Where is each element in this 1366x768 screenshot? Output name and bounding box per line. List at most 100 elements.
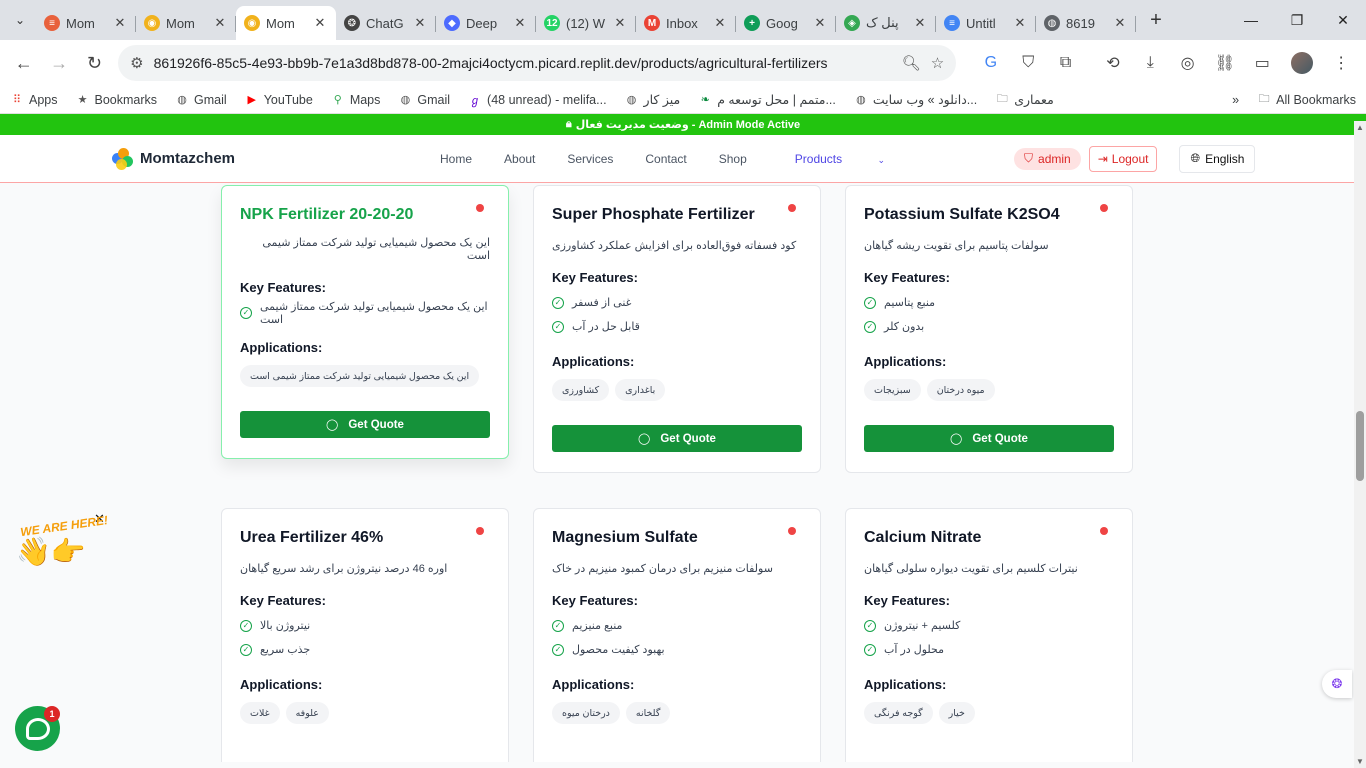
check-circle-icon: ✓ [864,619,876,632]
reading-mode-icon[interactable]: ▭ [1246,47,1279,79]
bookmark-star-icon[interactable]: ☆ [931,54,944,72]
we-are-here-widget[interactable]: ✕ WE ARE HERE! 👋👉 [16,511,110,585]
page-scrollbar[interactable]: ▲ ▼ [1354,121,1366,768]
browser-tab[interactable]: ◆ Deep ✕ [436,6,536,40]
tab-title: Deep [466,15,498,31]
url-text[interactable]: 861926f6-85c5-4e93-bb9b-7e1a3d8bd878-00-… [154,55,892,71]
nav-services[interactable]: Services [551,152,629,166]
bookmark-item[interactable]: ❧ متمم | محل توسعه م... [698,92,836,107]
download-icon[interactable]: ⤓ [1134,47,1167,79]
brand-logo[interactable]: Momtazchem [112,147,235,170]
tab-close-icon[interactable]: ✕ [412,15,428,31]
bookmark-item[interactable]: ◍ Gmail [398,93,450,107]
application-tag: خیار [938,702,975,724]
more-bookmarks-icon[interactable]: » [1232,93,1239,107]
bookmark-item[interactable]: ◍ دانلود » وب سایت... [854,92,977,107]
tab-close-icon[interactable]: ✕ [712,15,728,31]
language-selector[interactable]: 🌐︎ English [1179,144,1256,173]
bookmark-item[interactable]: ◍ Gmail [175,93,226,107]
nav-about[interactable]: About [488,152,551,166]
product-card[interactable]: Magnesium Sulfate سولفات منیزیم برای درما… [533,508,821,762]
close-window-icon[interactable]: ✕ [1320,0,1366,40]
browser-tab[interactable]: ◉ Mom ✕ [136,6,236,40]
bookmark-item[interactable]: ⚲ Maps [331,93,381,107]
browser-tab[interactable]: ◉ Mom ✕ [236,6,336,40]
get-quote-button[interactable]: ◯ Get Quote [552,425,802,452]
product-card[interactable]: Calcium Nitrate نیترات کلسیم برای تقویت د… [845,508,1133,762]
extensions-icon[interactable]: ⧉ [1049,47,1082,79]
feature-text: محلول در آب [884,644,945,656]
product-title[interactable]: Potassium Sulfate K2SO4 [864,206,1114,224]
forward-icon[interactable]: → [43,47,74,79]
address-bar[interactable]: ⚙ 861926f6-85c5-4e93-bb9b-7e1a3d8bd878-0… [118,45,957,81]
get-quote-button[interactable]: ◯ Get Quote [864,425,1114,452]
product-card[interactable]: Potassium Sulfate K2SO4 سولفات پتاسیم برا… [845,185,1133,473]
tab-close-icon[interactable]: ✕ [112,15,128,31]
product-title[interactable]: Magnesium Sulfate [552,529,802,547]
browser-tab[interactable]: + Goog ✕ [736,6,836,40]
bookmark-item[interactable]: ★ Bookmarks [76,93,157,107]
all-bookmarks-button[interactable]: 🗀 All Bookmarks [1257,93,1356,107]
reload-icon[interactable]: ↻ [79,47,110,79]
product-title[interactable]: Calcium Nitrate [864,529,1114,547]
scrollbar-thumb[interactable] [1356,411,1364,481]
bookmark-item[interactable]: 🗀 معماری [995,92,1054,107]
browser-menu-icon[interactable]: ⋮ [1325,47,1358,79]
admin-badge[interactable]: ⛉ admin [1014,147,1081,170]
tab-title: Mom [66,15,95,31]
browser-tab[interactable]: M Inbox ✕ [636,6,736,40]
nav-home[interactable]: Home [424,152,488,166]
tab-close-icon[interactable]: ✕ [812,15,828,31]
link-icon[interactable]: ⛓ [1208,47,1241,79]
restore-icon[interactable]: ❐ [1274,0,1320,40]
zoom-icon[interactable]: 🔍︎ [902,54,921,72]
browser-tab[interactable]: ◈ پنل ک ✕ [836,6,936,40]
browser-tab-bar: ⌄ ≡ Mom ✕ ◉ Mom ✕ ◉ Mom ✕ ❂ ChatG ✕ ◆ Deep ✕ 12 (12) W ✕ M… [0,0,1366,40]
browser-tab[interactable]: ≡ Untitl ✕ [936,6,1036,40]
assistant-extension-icon[interactable]: ❂ [1322,670,1352,698]
logout-button[interactable]: ⇥ Logout [1088,145,1158,172]
nav-shop[interactable]: Shop [703,152,763,166]
tab-search-button[interactable]: ⌄ [4,6,36,34]
bookmark-item[interactable]: ◍ میز کار [625,92,680,107]
screenshot-icon[interactable]: ◎ [1171,47,1204,79]
tab-close-icon[interactable]: ✕ [512,15,528,31]
site-info-icon[interactable]: ⚙ [130,54,143,72]
applications-heading: Applications: [864,354,947,369]
scroll-up-icon[interactable]: ▲ [1356,123,1364,132]
bookmark-item[interactable]: ℊ (48 unread) - melifa... [468,93,607,107]
tab-close-icon[interactable]: ✕ [1112,15,1128,31]
product-card[interactable]: Urea Fertilizer 46% اوره 46 درصد نیتروژن … [221,508,509,762]
profile-avatar[interactable] [1291,52,1313,74]
nav-contact[interactable]: Contact [629,152,702,166]
tab-close-icon[interactable]: ✕ [312,15,328,31]
minimize-icon[interactable]: — [1228,0,1274,40]
product-description: این یک محصول شیمیایی تولید شرکت ممتاز شی… [262,237,490,262]
new-tab-button[interactable]: + [1142,6,1170,34]
tab-close-icon[interactable]: ✕ [1012,15,1028,31]
product-title[interactable]: NPK Fertilizer 20-20-20 [240,206,490,224]
nav-products[interactable]: Products ⌄ [763,152,917,166]
browser-tab[interactable]: ≡ Mom ✕ [36,6,136,40]
translate-icon[interactable]: G [974,47,1007,79]
tab-close-icon[interactable]: ✕ [212,15,228,31]
bookmark-item[interactable]: ▶ YouTube [245,93,312,107]
browser-tab[interactable]: ❂ ChatG ✕ [336,6,436,40]
product-title[interactable]: Urea Fertilizer 46% [240,529,490,547]
product-card[interactable]: NPK Fertilizer 20-20-20 این یک محصول شیمی… [221,185,509,459]
browser-tab[interactable]: 12 (12) W ✕ [536,6,636,40]
scroll-down-icon[interactable]: ▼ [1356,757,1364,766]
shield-extension-icon[interactable]: ⛉ [1012,47,1045,79]
history-icon[interactable]: ⟲ [1096,47,1129,79]
tab-close-icon[interactable]: ✕ [612,15,628,31]
product-title[interactable]: Super Phosphate Fertilizer [552,206,802,224]
feature-item: ✓ قابل حل در آب [552,319,802,334]
bookmark-item[interactable]: ⠿ Apps [10,93,58,107]
get-quote-button[interactable]: ◯ Get Quote [240,411,490,438]
tab-close-icon[interactable]: ✕ [912,15,928,31]
browser-tab[interactable]: ◍ 8619 ✕ [1036,6,1136,40]
tab-title: 8619 [1066,15,1095,31]
product-card[interactable]: Super Phosphate Fertilizer کود فسفاته فوق… [533,185,821,473]
back-icon[interactable]: ← [8,47,39,79]
bookmark-label: (48 unread) - melifa... [487,92,607,107]
